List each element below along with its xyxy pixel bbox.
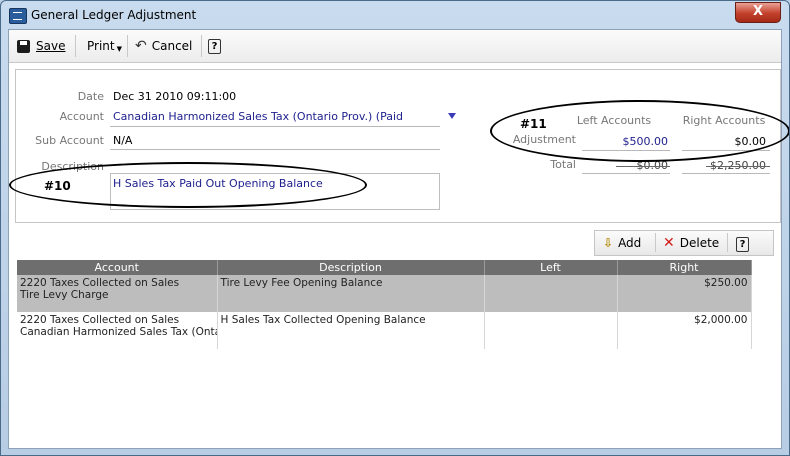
column-header-description[interactable]: Description: [217, 260, 485, 275]
column-header-account[interactable]: Account: [17, 260, 218, 275]
print-dropdown-icon: ▼: [116, 45, 122, 53]
toolbar-divider: [75, 35, 76, 57]
ledger-grid: Account Description Left Right 2220 Taxe…: [17, 260, 752, 354]
delete-label: Delete: [679, 236, 720, 250]
account-line-2: Tire Levy Charge: [20, 289, 109, 301]
cancel-button[interactable]: ↶ Cancel: [135, 36, 192, 56]
delete-x-icon: ✕: [663, 235, 675, 251]
annotation-label-10: #10: [44, 179, 71, 193]
total-left-strike: [616, 166, 670, 167]
total-right-underline: [682, 173, 770, 174]
undo-icon: ↶: [135, 38, 147, 54]
table-row[interactable]: 2220 Taxes Collected on Sales Tire Levy …: [17, 275, 752, 312]
sub-account-field[interactable]: N/A: [113, 134, 132, 147]
grid-toolbar: ⇩ Add ✕ Delete ?: [594, 230, 774, 256]
total-label: Total: [550, 158, 576, 171]
save-button[interactable]: Save: [17, 36, 65, 56]
add-label: Add: [618, 236, 642, 250]
table-row[interactable]: 2220 Taxes Collected on Sales Canadian H…: [17, 312, 752, 349]
account-label: Account: [59, 110, 104, 123]
account-select[interactable]: Canadian Harmonized Sales Tax (Ontario P…: [113, 110, 403, 123]
left-cell: [484, 312, 618, 349]
annotation-ellipse-11: [490, 100, 789, 162]
cancel-label: Cancel: [151, 39, 193, 53]
date-label: Date: [77, 90, 104, 103]
account-cell: 2220 Taxes Collected on Sales Canadian H…: [17, 312, 218, 349]
title-bar[interactable]: General Ledger Adjustment X: [1, 1, 789, 29]
help-icon: ?: [208, 38, 221, 54]
grid-header-row: Account Description Left Right: [17, 260, 752, 275]
right-cell: $2,000.00: [617, 312, 752, 349]
window-client-area: Save Print ▼ ↶ Cancel ? Date Dec 31 2010…: [8, 29, 789, 449]
app-icon: [9, 8, 27, 24]
grid-toolbar-divider: [655, 233, 656, 252]
save-icon: [17, 39, 30, 53]
account-line-1: 2220 Taxes Collected on Sales: [20, 314, 180, 326]
grid-help-button[interactable]: ?: [736, 234, 749, 254]
delete-button[interactable]: ✕ Delete: [663, 233, 719, 253]
sub-account-underline: [110, 149, 440, 150]
add-button[interactable]: ⇩ Add: [603, 233, 641, 253]
print-label: Print: [87, 39, 115, 53]
print-button[interactable]: Print ▼: [87, 36, 122, 56]
total-left-underline: [582, 173, 670, 174]
account-dropdown-icon[interactable]: [448, 113, 456, 119]
toolbar-divider: [127, 35, 128, 57]
close-button[interactable]: X: [735, 2, 781, 23]
help-icon: ?: [736, 236, 749, 252]
description-cell: H Sales Tax Collected Opening Balance: [217, 312, 485, 349]
help-button[interactable]: ?: [208, 36, 221, 56]
account-line-1: 2220 Taxes Collected on Sales: [20, 277, 180, 289]
toolbar-divider: [201, 35, 202, 57]
sub-account-label: Sub Account: [35, 134, 104, 147]
grid-toolbar-divider: [727, 233, 728, 252]
account-cell: 2220 Taxes Collected on Sales Tire Levy …: [17, 275, 218, 312]
general-ledger-adjustment-window: General Ledger Adjustment X Save Print ▼…: [0, 0, 790, 456]
main-toolbar: Save Print ▼ ↶ Cancel ?: [9, 30, 781, 63]
column-header-right[interactable]: Right: [617, 260, 752, 275]
add-arrow-icon: ⇩: [603, 236, 614, 250]
account-line-2: Canadian Harmonized Sales Tax (Ontario: [20, 326, 217, 338]
annotation-label-11: #11: [520, 117, 547, 131]
adjustment-form: Date Dec 31 2010 09:11:00 Account Canadi…: [9, 69, 789, 223]
description-cell: Tire Levy Fee Opening Balance: [217, 275, 485, 312]
left-cell: [484, 275, 618, 312]
save-label: Save: [36, 39, 66, 53]
date-value: Dec 31 2010 09:11:00: [113, 90, 237, 103]
account-underline: [110, 126, 440, 127]
total-right-strike: [706, 166, 770, 167]
window-title: General Ledger Adjustment: [31, 8, 197, 22]
column-header-left[interactable]: Left: [484, 260, 618, 275]
right-cell: $250.00: [617, 275, 752, 312]
